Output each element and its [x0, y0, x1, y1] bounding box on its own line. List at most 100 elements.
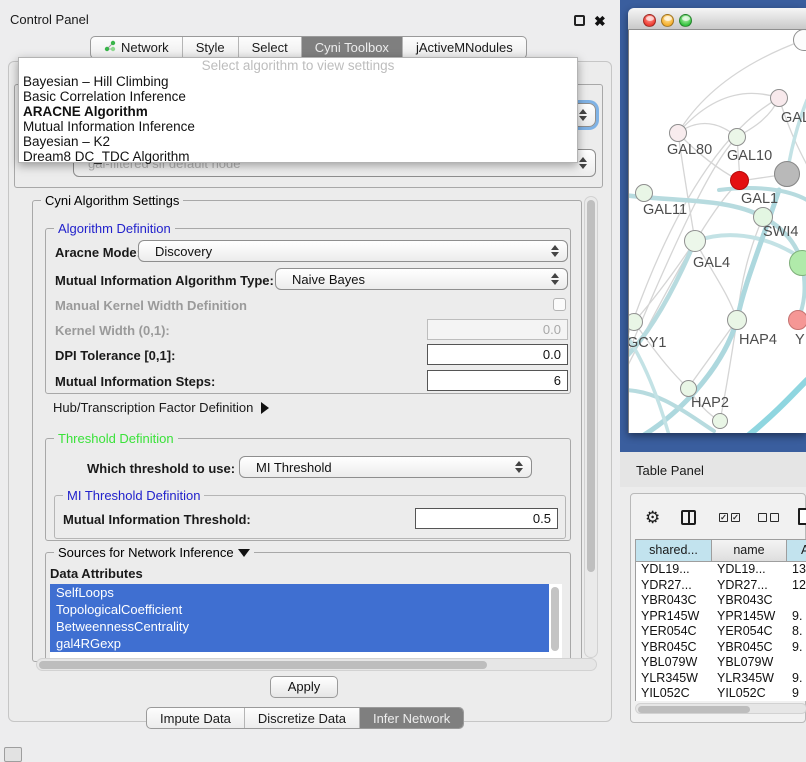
close-window-icon[interactable] — [643, 14, 656, 27]
network-node-hap4[interactable] — [727, 310, 747, 330]
table-row[interactable]: YPR145W YPR145W 9. — [636, 609, 806, 625]
table-row[interactable]: YIL052C YIL052C 9 — [636, 686, 806, 701]
node-label: Y — [795, 332, 805, 348]
node-label: GAL1 — [741, 191, 778, 207]
algorithm-definition-group: Algorithm Definition Aracne Mode: Discov… — [45, 228, 571, 394]
algorithm-dropdown-popup: Select algorithm to view settings Bayesi… — [18, 57, 578, 163]
table-body: YDL19... YDL19... 13 YDR27... YDR27... 1… — [636, 562, 806, 701]
network-node-salmon[interactable] — [788, 310, 806, 330]
mi-steps-label: Mutual Information Steps: — [55, 374, 215, 389]
dpi-tolerance-label: DPI Tolerance [0,1]: — [55, 348, 175, 363]
network-node-gal10[interactable] — [728, 128, 746, 146]
attr-list-item[interactable]: gal4RGexp — [50, 635, 549, 652]
mi-threshold-field[interactable]: 0.5 — [415, 508, 558, 529]
dropdown-item[interactable]: Dream8 DC_TDC Algorithm — [19, 149, 577, 164]
table-row[interactable]: YLR345W YLR345W 9. — [636, 671, 806, 687]
dropdown-item[interactable]: Basic Correlation Inference — [19, 89, 577, 104]
network-node-gal4[interactable] — [684, 230, 706, 252]
mi-steps-field[interactable]: 6 — [427, 370, 568, 391]
tab-impute-data[interactable]: Impute Data — [147, 708, 245, 728]
kernel-width-field[interactable]: 0.0 — [427, 319, 568, 340]
which-threshold-combo[interactable]: MI Threshold — [239, 456, 532, 478]
tab-cyni-toolbox[interactable]: Cyni Toolbox — [302, 37, 403, 58]
network-node[interactable] — [712, 413, 728, 429]
dropdown-item[interactable]: Mutual Information Inference — [19, 119, 577, 134]
dropdown-item[interactable]: Bayesian – Hill Climbing — [19, 74, 577, 89]
collapse-down-icon[interactable] — [238, 549, 250, 557]
network-node-red[interactable] — [730, 171, 749, 190]
close-panel-icon[interactable]: ✖ — [594, 16, 606, 27]
network-window-titlebar[interactable] — [628, 8, 806, 30]
bottom-tabs: Impute Data Discretize Data Infer Networ… — [146, 707, 464, 729]
kernel-width-label: Kernel Width (0,1): — [55, 323, 170, 338]
document-icon[interactable] — [798, 508, 806, 525]
table-row[interactable]: YBR045C YBR045C 9. — [636, 640, 806, 656]
columns-icon[interactable] — [681, 510, 696, 525]
settings-horizontal-scrollbar[interactable] — [36, 658, 597, 671]
node-label: HAP4 — [739, 332, 777, 348]
select-all-checks-icon[interactable]: ✓✓ — [719, 513, 740, 522]
attr-list-item[interactable]: SelfLoops — [50, 584, 549, 601]
table-row[interactable]: YDR27... YDR27... 12 — [636, 578, 806, 594]
column-header-shared-name[interactable]: shared... — [636, 540, 712, 561]
mi-threshold-label: Mutual Information Threshold: — [63, 512, 251, 527]
float-panel-icon[interactable] — [574, 15, 585, 26]
node-label: GAL4 — [693, 255, 730, 271]
dropdown-prompt: Select algorithm to view settings — [19, 58, 577, 74]
mi-threshold-title: MI Threshold Definition — [63, 488, 204, 503]
aracne-mode-combo[interactable]: Discovery — [138, 240, 568, 262]
attr-list-item[interactable]: TopologicalCoefficient — [50, 601, 549, 618]
table-row[interactable]: YBR043C YBR043C — [636, 593, 806, 609]
tab-network[interactable]: Network — [91, 37, 183, 58]
minimized-panel-icon[interactable] — [4, 747, 22, 762]
manual-kernel-label: Manual Kernel Width Definition — [55, 298, 247, 313]
chevron-updown-icon — [579, 109, 587, 121]
hub-definition-expander[interactable]: Hub/Transcription Factor Definition — [53, 400, 269, 415]
dpi-tolerance-field[interactable]: 0.0 — [427, 344, 568, 365]
attr-list-scrollbar[interactable] — [551, 587, 559, 651]
node-label: GAL10 — [727, 148, 772, 164]
mi-type-combo[interactable]: Naive Bayes — [275, 268, 568, 290]
table-row[interactable]: YER054C YER054C 8. — [636, 624, 806, 640]
network-node-gal80[interactable] — [669, 124, 687, 142]
settings-group-title: Cyni Algorithm Settings — [41, 193, 183, 208]
tab-jactivemnodules[interactable]: jActiveMNodules — [403, 37, 526, 58]
tab-discretize-data[interactable]: Discretize Data — [245, 708, 360, 728]
column-header-name[interactable]: name — [712, 540, 787, 561]
table-row[interactable]: YBL079W YBL079W — [636, 655, 806, 671]
mi-threshold-group: MI Threshold Definition Mutual Informati… — [54, 495, 566, 539]
network-node-gray[interactable] — [774, 161, 800, 187]
node-table: shared... name A YDL19... YDL19... 13 YD… — [635, 539, 806, 701]
screen: Control Panel ✖ Network Style Select Cyn… — [0, 0, 806, 762]
column-header-partial[interactable]: A — [787, 540, 806, 561]
node-label: GAL80 — [667, 142, 712, 158]
chevron-updown-icon — [515, 461, 523, 473]
table-horizontal-scrollbar[interactable] — [635, 703, 806, 714]
settings-vertical-scrollbar[interactable] — [584, 196, 598, 658]
chevron-updown-icon — [551, 245, 559, 257]
zoom-window-icon[interactable] — [679, 14, 692, 27]
network-node-gal11[interactable] — [635, 184, 653, 202]
node-label: SWI4 — [763, 224, 798, 240]
tab-infer-network[interactable]: Infer Network — [360, 708, 463, 728]
threshold-definition-title: Threshold Definition — [54, 431, 178, 446]
manual-kernel-checkbox[interactable] — [553, 298, 566, 311]
dropdown-item-selected[interactable]: ARACNE Algorithm — [19, 104, 577, 119]
tab-style[interactable]: Style — [183, 37, 239, 58]
apply-button[interactable]: Apply — [270, 676, 338, 698]
sources-group: Sources for Network Inference Data Attri… — [45, 552, 571, 662]
chevron-updown-icon — [551, 273, 559, 285]
tab-select[interactable]: Select — [239, 37, 302, 58]
dropdown-item[interactable]: Bayesian – K2 — [19, 134, 577, 149]
deselect-all-checks-icon[interactable] — [758, 513, 779, 522]
gear-icon[interactable]: ⚙ — [645, 509, 660, 526]
node-label: GAL11 — [643, 202, 687, 218]
attr-list-item[interactable]: BetweennessCentrality — [50, 618, 549, 635]
data-attributes-label: Data Attributes — [50, 566, 143, 581]
aracne-mode-label: Aracne Mode: — [55, 245, 141, 260]
minimize-window-icon[interactable] — [661, 14, 674, 27]
network-canvas[interactable]: GAL GAL80 GAL10 GAL1 GAL11 SWI4 GAL4 GCY… — [628, 30, 806, 433]
network-node[interactable] — [770, 89, 788, 107]
table-window: ⚙ ✓✓ shared... name A YDL19... YDL19... … — [630, 493, 806, 723]
table-row[interactable]: YDL19... YDL19... 13 — [636, 562, 806, 578]
